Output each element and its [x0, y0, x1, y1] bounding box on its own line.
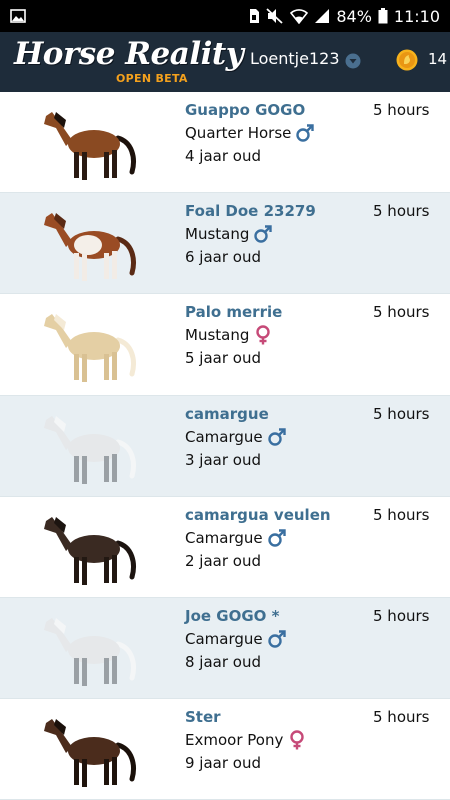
female-icon — [256, 325, 271, 345]
horse-row[interactable]: camargue Camargue 3 jaar oud 5 hours — [0, 395, 450, 497]
horse-image[interactable] — [36, 604, 146, 692]
horse-row[interactable]: Foal Doe 23279 Mustang 6 jaar oud 5 hour… — [0, 193, 450, 295]
battery-percent: 84% — [336, 6, 372, 26]
sim-icon — [250, 9, 260, 23]
app-header: Horse Reality OPEN BETA — [0, 32, 450, 92]
horse-age: 4 jaar oud — [185, 147, 262, 165]
signal-icon — [315, 9, 330, 23]
horse-age: 6 jaar oud — [185, 248, 262, 267]
horse-breed-line: Exmoor Pony — [185, 730, 307, 750]
username[interactable]: Loentje123 — [250, 49, 340, 68]
horse-name-link[interactable]: camargua veulen — [185, 506, 331, 524]
horse-image[interactable] — [36, 98, 146, 186]
horse-age: 3 jaar oud — [185, 450, 262, 469]
horse-name-link[interactable]: Guappo GOGO — [185, 101, 305, 119]
logo-title: Horse Reality — [14, 36, 244, 72]
horse-breed: Exmoor Pony — [185, 731, 284, 750]
app-logo[interactable]: Horse Reality OPEN BETA — [12, 36, 244, 90]
status-bar: 84% 11:10 — [0, 0, 450, 32]
coin-icon[interactable] — [396, 49, 418, 71]
male-icon — [296, 124, 315, 142]
horse-image[interactable] — [36, 300, 146, 388]
horse-time: 5 hours — [373, 606, 430, 625]
horse-image[interactable] — [36, 402, 146, 490]
horse-name-link[interactable]: Joe GOGO * — [185, 607, 279, 625]
logo-subtitle: OPEN BETA — [116, 72, 188, 85]
coin-count: 14 — [428, 50, 448, 68]
male-icon — [267, 427, 286, 446]
female-icon — [290, 730, 305, 750]
horse-breed-line: Quarter Horse — [185, 123, 315, 143]
horse-breed: Quarter Horse — [185, 124, 292, 142]
horse-breed: Mustang — [185, 326, 250, 345]
horse-breed: Camargue — [185, 427, 263, 446]
horse-breed-line: Camargue — [185, 427, 287, 447]
clock: 11:10 — [393, 6, 440, 26]
image-icon — [10, 9, 26, 23]
horse-image[interactable] — [36, 705, 146, 793]
male-icon — [267, 630, 286, 648]
horse-row[interactable]: Guappo GOGO Quarter Horse 4 jaar oud 5 h… — [0, 92, 450, 194]
horse-time: 5 hours — [373, 202, 430, 221]
horse-age: 5 jaar oud — [185, 349, 262, 368]
horse-breed: Mustang — [185, 225, 250, 244]
battery-icon — [378, 8, 388, 24]
horse-time: 5 hours — [373, 505, 430, 524]
horse-image[interactable] — [36, 503, 146, 591]
horse-breed: Camargue — [185, 629, 263, 648]
horse-name-link[interactable]: Foal Doe 23279 — [185, 202, 316, 220]
horse-row[interactable]: camargua veulen Camargue 2 jaar oud 5 ho… — [0, 496, 450, 598]
horse-list: Guappo GOGO Quarter Horse 4 jaar oud 5 h… — [0, 92, 450, 800]
horse-row[interactable]: Ster Exmoor Pony 9 jaar oud 5 hours — [0, 699, 450, 800]
horse-age: 9 jaar oud — [185, 754, 262, 773]
horse-breed: Camargue — [185, 528, 263, 547]
horse-time: 5 hours — [373, 708, 430, 727]
horse-name-link[interactable]: Ster — [185, 708, 221, 726]
wifi-icon — [290, 9, 309, 24]
horse-row[interactable]: Palo merrie Mustang 5 jaar oud 5 hours — [0, 294, 450, 396]
horse-time: 5 hours — [373, 101, 430, 119]
horse-breed-line: Mustang — [185, 325, 273, 345]
horse-time: 5 hours — [373, 404, 430, 423]
mute-icon — [266, 8, 283, 24]
horse-name-link[interactable]: camargue — [185, 405, 269, 423]
horse-row[interactable]: Joe GOGO * Camargue 8 jaar oud 5 hours — [0, 597, 450, 700]
horse-age: 2 jaar oud — [185, 551, 262, 570]
horse-name-link[interactable]: Palo merrie — [185, 303, 282, 321]
horse-breed-line: Camargue — [185, 528, 287, 548]
chevron-down-icon[interactable] — [345, 53, 361, 69]
horse-breed-line: Mustang — [185, 224, 273, 244]
horse-breed-line: Camargue — [185, 629, 287, 649]
male-icon — [267, 529, 286, 547]
male-icon — [254, 225, 273, 243]
horse-age: 8 jaar oud — [185, 652, 262, 671]
horse-image[interactable] — [36, 199, 146, 287]
horse-time: 5 hours — [373, 303, 430, 322]
